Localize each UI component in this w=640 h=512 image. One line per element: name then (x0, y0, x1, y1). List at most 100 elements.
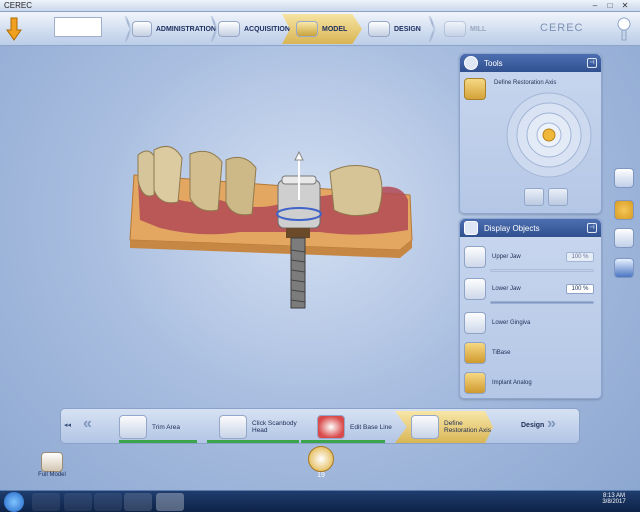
object-label: Implant Analog (492, 380, 532, 386)
step-label: Trim Area (152, 423, 180, 431)
tab-design[interactable]: DESIGN (368, 14, 426, 44)
next-chevron-icon[interactable]: » (547, 415, 556, 433)
tools-panel: Tools ⊣ Define Restoration Axis (459, 53, 602, 214)
tooth-icon (308, 446, 334, 472)
object-lower-gingiva[interactable]: Lower Gingiva (464, 311, 594, 335)
define-axis-label: Define Restoration Axis (494, 80, 557, 86)
system-tray-icons[interactable] (540, 495, 590, 507)
file-explorer-icon[interactable] (64, 493, 92, 511)
view-cube-icon[interactable] (614, 168, 634, 188)
define-axis-tool-icon[interactable] (464, 78, 486, 100)
upper-jaw-slider-fill (491, 270, 593, 271)
step-label: Click Scanbody Head (252, 420, 297, 434)
object-lower-jaw[interactable]: Lower Jaw 100 % (464, 277, 594, 301)
back-arrow-icon[interactable] (6, 16, 22, 42)
design-icon (368, 21, 390, 37)
object-label: TiBase (492, 350, 511, 356)
pin-icon[interactable]: ⊣ (587, 223, 597, 233)
patient-name-field[interactable] (54, 17, 102, 37)
collapse-icon[interactable]: ◂◂ (64, 421, 71, 429)
tooth (189, 150, 223, 212)
object-label: Lower Gingiva (492, 320, 531, 326)
tab-mill-label: MILL (470, 25, 487, 33)
step-click-scanbody-head[interactable]: Click Scanbody Head (219, 411, 309, 443)
nav-separator (428, 16, 436, 42)
tab-model[interactable]: MODEL (282, 14, 362, 44)
display-objects-icon[interactable] (614, 228, 634, 248)
tab-model-label: MODEL (322, 25, 348, 33)
step-complete-bar (119, 440, 197, 443)
step-edit-base-line[interactable]: Edit Base Line (317, 411, 401, 443)
lower-jaw-slider-fill (491, 302, 593, 303)
cerec-app-icon[interactable] (156, 493, 184, 511)
display-objects-header: Display Objects ⊣ (460, 219, 601, 237)
tooth-number: 19 (317, 472, 325, 479)
tab-acquisition[interactable]: ACQUISITION (218, 14, 292, 44)
window-title: CEREC (4, 1, 33, 10)
display-objects-title: Display Objects (484, 223, 540, 233)
tibase-icon (464, 342, 486, 364)
upper-jaw-icon (464, 246, 486, 268)
display-objects-header-icon (464, 221, 478, 235)
lower-jaw-slider[interactable] (490, 301, 594, 304)
step-label: Edit Base Line (350, 423, 392, 431)
teeth-admin-icon (132, 21, 152, 37)
restoration-axis-icon (411, 415, 439, 439)
upper-jaw-slider[interactable] (490, 269, 594, 272)
lower-jaw-percent[interactable]: 100 % (566, 284, 594, 294)
pin-icon[interactable]: ⊣ (587, 58, 597, 68)
media-player-icon[interactable] (94, 493, 122, 511)
full-model-button[interactable]: Full Model (32, 452, 72, 486)
axis-rotation-dial[interactable] (504, 90, 594, 180)
tools-panel-header: Tools ⊣ (460, 54, 601, 72)
lower-jaw-icon (464, 278, 486, 300)
teeth-scan-icon (218, 21, 240, 37)
tools-panel-title: Tools (484, 58, 503, 68)
screenshot-icon[interactable] (614, 258, 634, 278)
object-implant-analog[interactable]: Implant Analog (464, 371, 594, 395)
tools-icon (464, 56, 478, 70)
workflow-step-bar: ◂◂ « Trim Area Click Scanbody Head Edit … (60, 408, 580, 444)
tab-administration[interactable]: ADMINISTRATION (132, 14, 216, 44)
minimize-button[interactable]: – (590, 1, 600, 10)
close-button[interactable]: ✕ (620, 1, 630, 10)
object-tibase[interactable]: TiBase (464, 341, 594, 365)
implant-analog (290, 237, 306, 309)
clock[interactable]: 8:13 AM 3/8/2017 (596, 493, 632, 505)
step-define-restoration-axis[interactable]: Define Restoration Axis (395, 411, 493, 443)
tab-administration-label: ADMINISTRATION (155, 25, 216, 33)
tooth (153, 145, 183, 204)
tab-mill[interactable]: MILL (444, 14, 494, 44)
lower-gingiva-icon (464, 312, 486, 334)
base-line-icon (317, 415, 345, 439)
next-phase-label[interactable]: Design (521, 422, 544, 429)
undo-icon[interactable] (524, 188, 544, 206)
full-model-icon (41, 452, 63, 472)
step-label: Define Restoration Axis (444, 420, 491, 434)
upper-jaw-percent[interactable]: 100 % (566, 252, 594, 262)
object-label: Lower Jaw (492, 286, 521, 292)
tooth-selector[interactable]: 19 (306, 446, 336, 486)
pdf-reader-icon[interactable] (124, 493, 152, 511)
object-upper-jaw[interactable]: Upper Jaw 100 % (464, 245, 594, 269)
title-bar: CEREC – □ ✕ (0, 0, 640, 12)
maximize-button[interactable]: □ (605, 1, 615, 10)
previous-chevron-icon[interactable]: « (83, 415, 92, 433)
help-icon[interactable] (614, 16, 634, 42)
tooth (329, 165, 383, 216)
clock-date: 3/8/2017 (602, 499, 626, 505)
tab-design-label: DESIGN (394, 25, 421, 33)
scanbody-icon (219, 415, 247, 439)
reset-axis-icon[interactable] (548, 188, 568, 206)
start-button-icon[interactable] (4, 492, 24, 512)
tools-gear-icon[interactable] (614, 200, 634, 220)
step-complete-bar (207, 440, 299, 443)
dental-model-view[interactable] (120, 140, 420, 315)
tooth (137, 150, 157, 197)
model-icon (296, 21, 318, 37)
trim-area-icon (119, 415, 147, 439)
internet-explorer-icon[interactable] (32, 493, 60, 511)
step-trim-area[interactable]: Trim Area (119, 411, 207, 443)
tibase-collar (286, 228, 310, 238)
brand-logo: CEREC (540, 22, 584, 34)
